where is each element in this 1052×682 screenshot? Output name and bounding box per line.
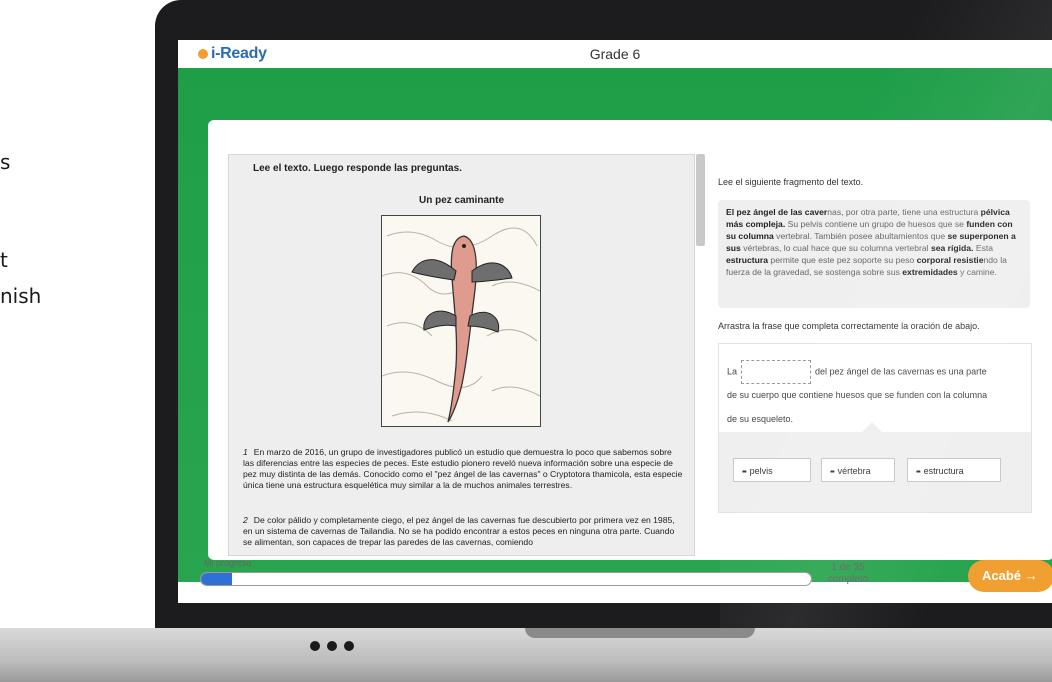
sentence-completion-box: La del pez ángel de las cavernas es una p… <box>718 343 1032 513</box>
fish-illustration <box>381 215 541 427</box>
excerpt-fragment: vértebras, lo cual hace que su columna v… <box>740 243 931 253</box>
side-text-fragment: t <box>0 248 8 272</box>
choice-estructura[interactable]: ▪▪ estructura <box>907 458 1001 482</box>
progress-label: Mi progreso <box>204 558 252 568</box>
passage-paragraph: 1 En marzo de 2016, un grupo de investiga… <box>243 447 683 490</box>
reading-passage-panel[interactable]: Lee el texto. Luego responde las pregunt… <box>228 154 695 556</box>
question-lead: Lee el siguiente fragmento del texto. <box>718 177 864 187</box>
lesson-background: Lee el texto. Luego responde las pregunt… <box>178 68 1052 582</box>
sentence-line: de su cuerpo que contiene huesos que se … <box>727 390 988 400</box>
laptop-base <box>0 628 1052 682</box>
drag-handle-icon: ▪▪ <box>830 467 835 476</box>
answer-choices-tray: ▪▪ pelvis ▪▪ vértebra ▪▪ estructura <box>719 422 1031 512</box>
passage-scrollbar-thumb[interactable] <box>696 154 705 246</box>
lesson-card: Lee el texto. Luego responde las pregunt… <box>208 120 1052 560</box>
passage-paragraph: 2 De color pálido y completamente ciego, … <box>243 515 675 547</box>
passage-instruction: Lee el texto. Luego responde las pregunt… <box>253 163 462 174</box>
laptop-hinge-notch <box>525 628 755 638</box>
progress-fill <box>201 573 232 585</box>
sentence-line: La del pez ángel de las cavernas es una p… <box>727 360 987 384</box>
side-text-fragment: s <box>0 150 11 174</box>
excerpt-fragment: Su pelvis contiene un grupo de huesos qu… <box>785 219 967 229</box>
done-button[interactable]: Acabé → <box>968 560 1052 592</box>
excerpt-fragment: vertebral. También posee abultamientos q… <box>773 231 948 241</box>
side-text-fragment: nish <box>0 284 42 308</box>
excerpt-fragment: extremidades <box>902 267 958 277</box>
excerpt-fragment: permite que este pez soporte su peso <box>768 255 917 265</box>
excerpt-fragment: nas, por otra parte, tiene una estructur… <box>827 207 981 217</box>
progress-count: 1 de 35 completo <box>827 562 869 585</box>
excerpt-fragment: corporal resistie <box>916 255 984 265</box>
indicator-dot <box>310 641 320 651</box>
indicator-dot <box>344 641 354 651</box>
drop-target-blank[interactable] <box>741 360 812 384</box>
excerpt-fragment: El pez ángel de las caver <box>726 207 828 217</box>
tray-pointer <box>862 422 882 442</box>
choice-vertebra[interactable]: ▪▪ vértebra <box>821 458 895 482</box>
drag-handle-icon: ▪▪ <box>742 467 747 476</box>
text-excerpt: El pez ángel de las cavernas, por otra p… <box>718 200 1030 308</box>
drag-instruction: Arrastra la frase que completa correctam… <box>718 321 980 331</box>
excerpt-fragment: y camine. <box>957 267 997 277</box>
app-header: i-Ready Grade 6 <box>178 40 1052 68</box>
passage-title: Un pez caminante <box>418 195 505 206</box>
excerpt-fragment: Esta <box>973 243 994 253</box>
sentence-line: de su esqueleto. <box>727 414 794 424</box>
excerpt-fragment: sea rígida. <box>930 243 974 253</box>
indicator-dot <box>327 641 337 651</box>
choice-pelvis[interactable]: ▪▪ pelvis <box>733 458 811 482</box>
grade-title: Grade 6 <box>589 46 641 62</box>
progress-bar <box>200 572 812 586</box>
drag-handle-icon: ▪▪ <box>916 467 921 476</box>
excerpt-fragment: estructura <box>726 255 769 265</box>
laptop-screen: i-Ready Grade 6 Lee el texto. Luego resp… <box>178 40 1052 603</box>
